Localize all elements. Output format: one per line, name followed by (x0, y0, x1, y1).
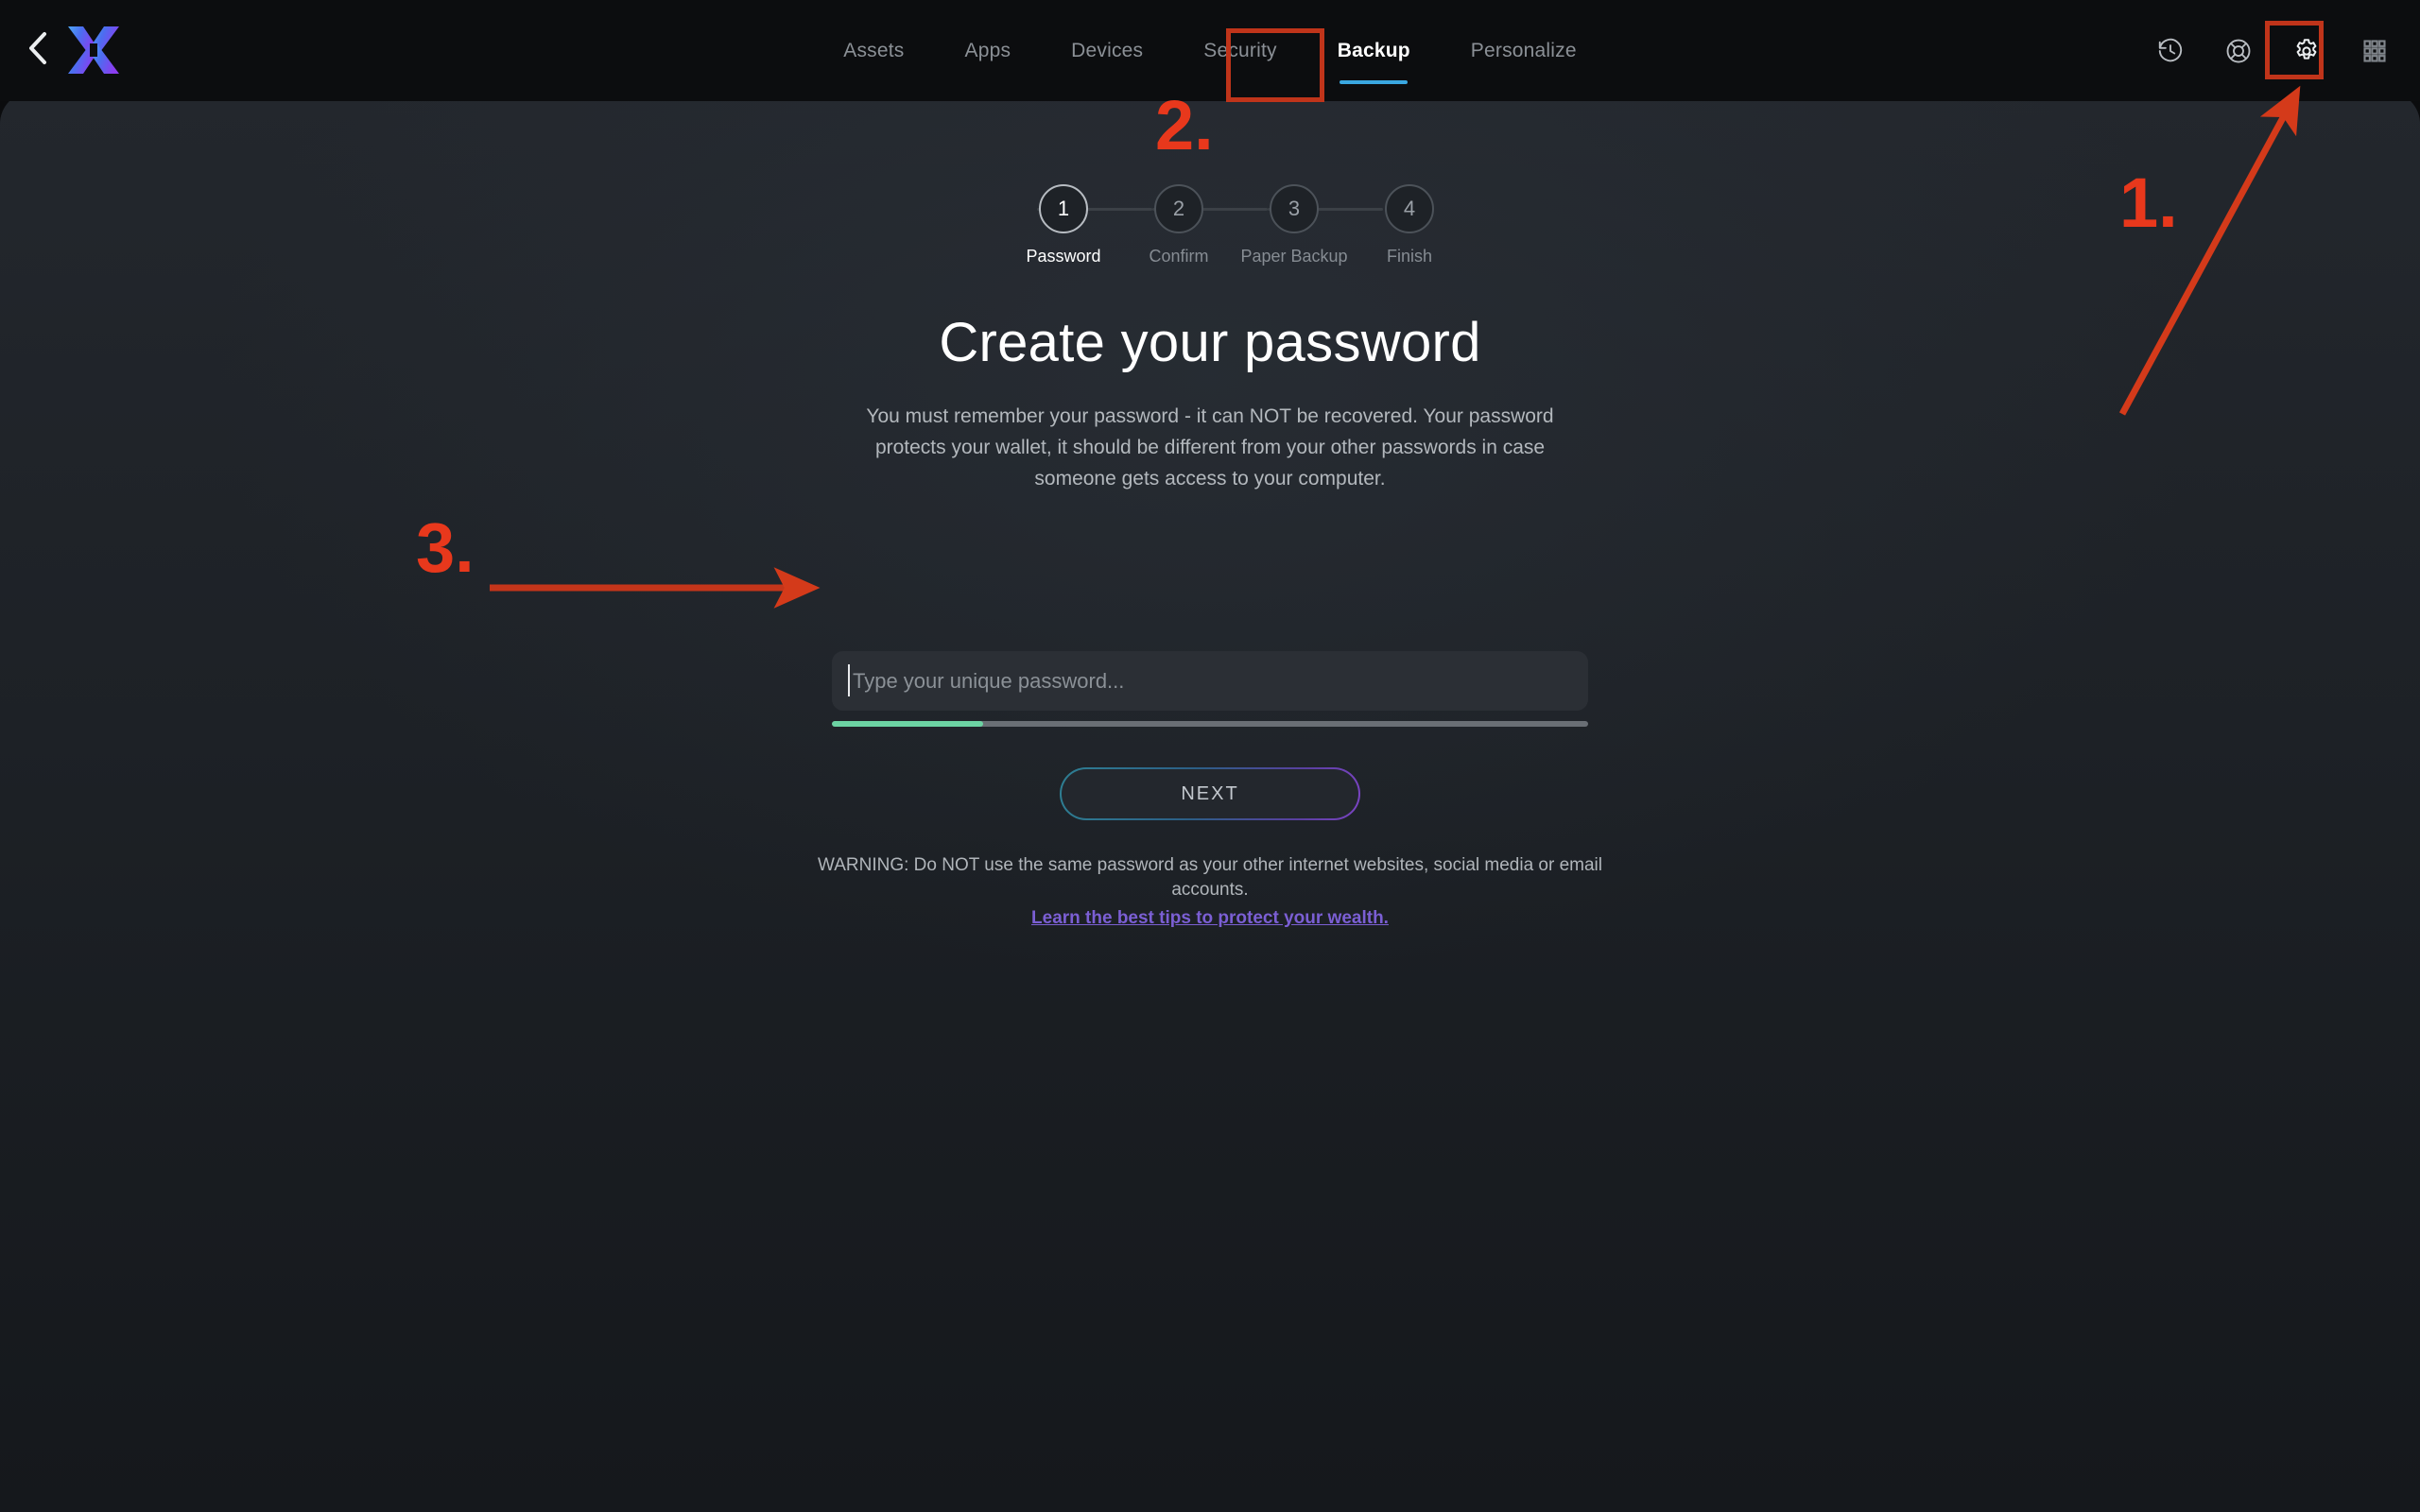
password-field-group (832, 651, 1588, 727)
protect-wealth-link[interactable]: Learn the best tips to protect your weal… (1031, 906, 1389, 931)
nav-label: Personalize (1470, 40, 1577, 61)
nav-item-devices[interactable]: Devices (1041, 0, 1173, 101)
step-number: 2 (1154, 184, 1203, 233)
nav-label: Security (1203, 40, 1277, 61)
app-window: Assets Apps Devices Security Backup Pers… (0, 0, 2420, 1512)
lifebuoy-help-icon[interactable] (2218, 30, 2259, 72)
nav-label: Devices (1071, 40, 1144, 61)
app-header: Assets Apps Devices Security Backup Pers… (0, 0, 2420, 101)
step-label: Password (1026, 247, 1101, 266)
main-navigation: Assets Apps Devices Security Backup Pers… (0, 0, 2420, 101)
content-panel: 1 Password 2 Confirm 3 Paper Backup 4 Fi… (0, 92, 2420, 1512)
backup-stepper: 1 Password 2 Confirm 3 Paper Backup 4 Fi… (1026, 184, 1434, 266)
step-label: Confirm (1149, 247, 1209, 266)
password-strength-meter (832, 721, 1588, 727)
gear-settings-icon[interactable] (2286, 30, 2327, 72)
password-strength-fill (832, 721, 983, 727)
warning-text: WARNING: Do NOT use the same password as… (818, 855, 1602, 900)
text-cursor (848, 664, 850, 696)
page-description: You must remember your password - it can… (866, 405, 1554, 490)
password-input[interactable] (832, 651, 1588, 711)
nav-label: Backup (1337, 40, 1410, 61)
history-icon[interactable] (2150, 30, 2191, 72)
next-button[interactable]: NEXT (1060, 767, 1360, 820)
step-label: Finish (1386, 247, 1432, 266)
nav-item-apps[interactable]: Apps (935, 0, 1042, 101)
header-icon-group (2150, 0, 2405, 101)
nav-item-backup[interactable]: Backup (1307, 0, 1441, 101)
grid-apps-icon[interactable] (2354, 30, 2395, 72)
nav-label: Apps (964, 40, 1011, 61)
nav-item-security[interactable]: Security (1173, 0, 1306, 101)
nav-label: Assets (843, 40, 905, 61)
step-number: 3 (1270, 184, 1319, 233)
password-warning: WARNING: Do NOT use the same password as… (785, 853, 1635, 931)
nav-item-assets[interactable]: Assets (813, 0, 934, 101)
next-button-label: NEXT (1062, 769, 1358, 818)
step-label: Paper Backup (1240, 247, 1348, 266)
nav-item-personalize[interactable]: Personalize (1441, 0, 1607, 101)
step-number: 4 (1385, 184, 1434, 233)
step-number: 1 (1039, 184, 1088, 233)
active-tab-underline (1340, 80, 1409, 84)
page-title: Create your password (939, 312, 1481, 373)
